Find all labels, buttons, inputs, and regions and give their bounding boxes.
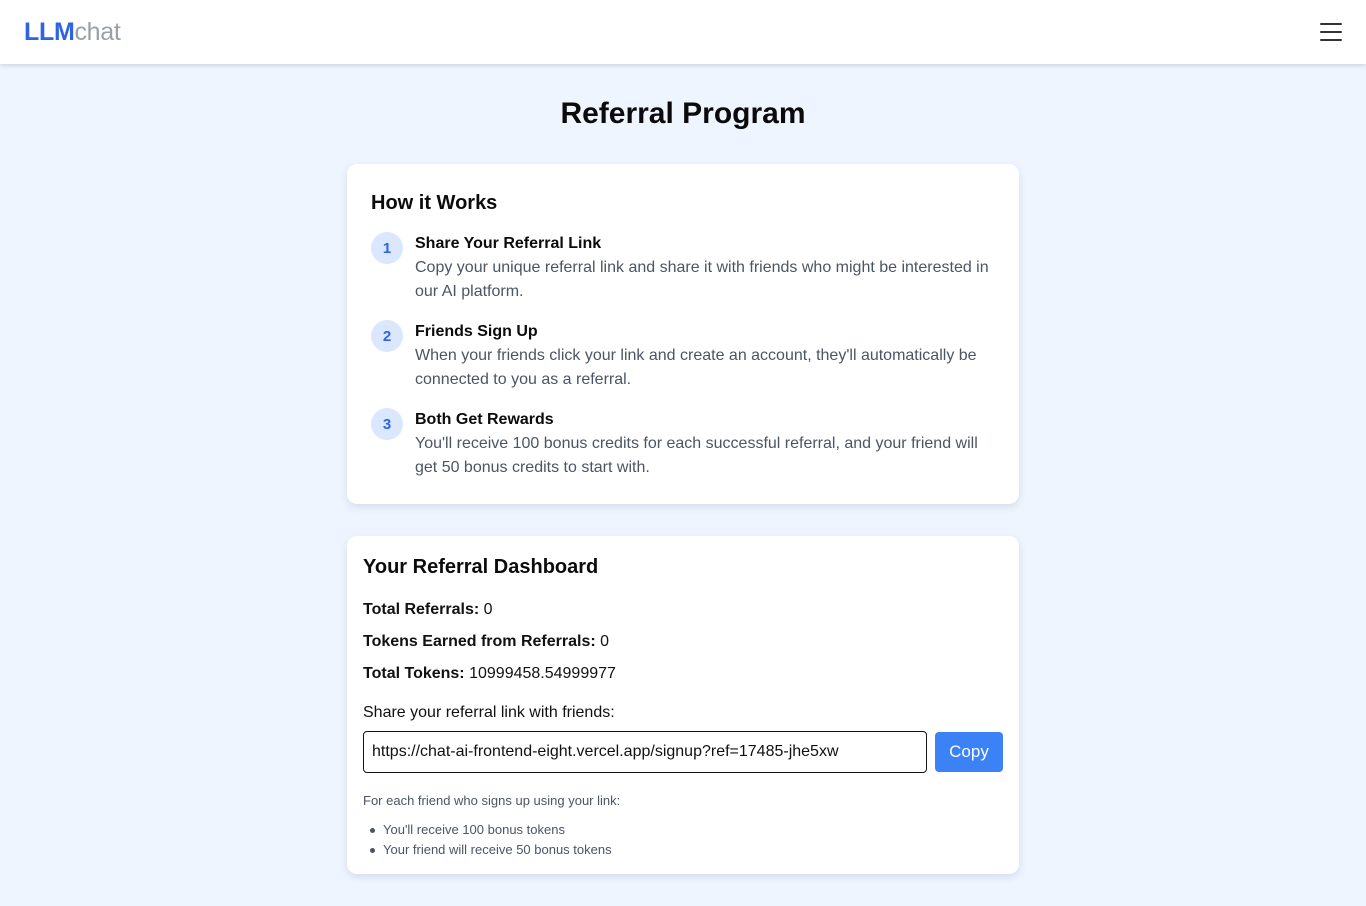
step-number-badge: 2: [371, 320, 403, 352]
total-referrals-value: 0: [483, 601, 493, 618]
step-description: You'll receive 100 bonus credits for eac…: [415, 435, 978, 476]
logo-light-text: chat: [74, 17, 121, 46]
top-navbar: LLMchat: [0, 0, 1366, 64]
step-title: Both Get Rewards: [415, 411, 554, 428]
reward-info-item: You'll receive 100 bonus tokens: [370, 820, 1003, 840]
share-link-label: Share your referral link with friends:: [363, 704, 615, 721]
step-body: Share Your Referral Link Copy your uniqu…: [415, 232, 995, 304]
step-title: Share Your Referral Link: [415, 235, 602, 252]
step-item: 2 Friends Sign Up When your friends clic…: [371, 320, 995, 392]
dashboard-stats: Total Referrals: 0 Tokens Earned from Re…: [363, 600, 1003, 684]
referral-dashboard-card: Your Referral Dashboard Total Referrals:…: [347, 536, 1019, 874]
total-referrals-label: Total Referrals:: [363, 601, 480, 618]
dashboard-heading: Your Referral Dashboard: [363, 556, 599, 578]
how-it-works-heading: How it Works: [371, 192, 498, 214]
tokens-earned-label: Tokens Earned from Referrals:: [363, 633, 596, 650]
step-body: Friends Sign Up When your friends click …: [415, 320, 995, 392]
steps-list: 1 Share Your Referral Link Copy your uni…: [371, 232, 995, 480]
total-referrals-stat: Total Referrals: 0: [363, 600, 1003, 620]
hamburger-menu-icon[interactable]: [1320, 23, 1342, 41]
total-tokens-value: 10999458.54999977: [469, 665, 616, 682]
total-tokens-stat: Total Tokens: 10999458.54999977: [363, 664, 1003, 684]
tokens-earned-stat: Tokens Earned from Referrals: 0: [363, 632, 1003, 652]
menu-bar: [1320, 23, 1342, 25]
step-description: When your friends click your link and cr…: [415, 347, 977, 388]
logo-strong-text: LLM: [24, 17, 75, 46]
step-title: Friends Sign Up: [415, 323, 538, 340]
reward-info-item: Your friend will receive 50 bonus tokens: [370, 840, 1003, 860]
how-it-works-card: How it Works 1 Share Your Referral Link …: [347, 164, 1019, 504]
step-item: 1 Share Your Referral Link Copy your uni…: [371, 232, 995, 304]
page-title: Referral Program: [560, 97, 806, 130]
copy-button[interactable]: Copy: [935, 732, 1003, 772]
menu-bar: [1320, 31, 1342, 33]
step-number-badge: 1: [371, 232, 403, 264]
step-item: 3 Both Get Rewards You'll receive 100 bo…: [371, 408, 995, 480]
reward-info-list: You'll receive 100 bonus tokens Your fri…: [363, 820, 1003, 860]
step-body: Both Get Rewards You'll receive 100 bonu…: [415, 408, 995, 480]
tokens-earned-value: 0: [600, 633, 610, 650]
referral-link-input[interactable]: [363, 731, 927, 773]
step-number-badge: 3: [371, 408, 403, 440]
total-tokens-label: Total Tokens:: [363, 665, 465, 682]
app-logo[interactable]: LLMchat: [24, 17, 121, 46]
share-link-row: Copy: [363, 731, 1003, 773]
step-description: Copy your unique referral link and share…: [415, 259, 989, 300]
reward-info-intro: For each friend who signs up using your …: [363, 793, 621, 808]
menu-bar: [1320, 39, 1342, 41]
